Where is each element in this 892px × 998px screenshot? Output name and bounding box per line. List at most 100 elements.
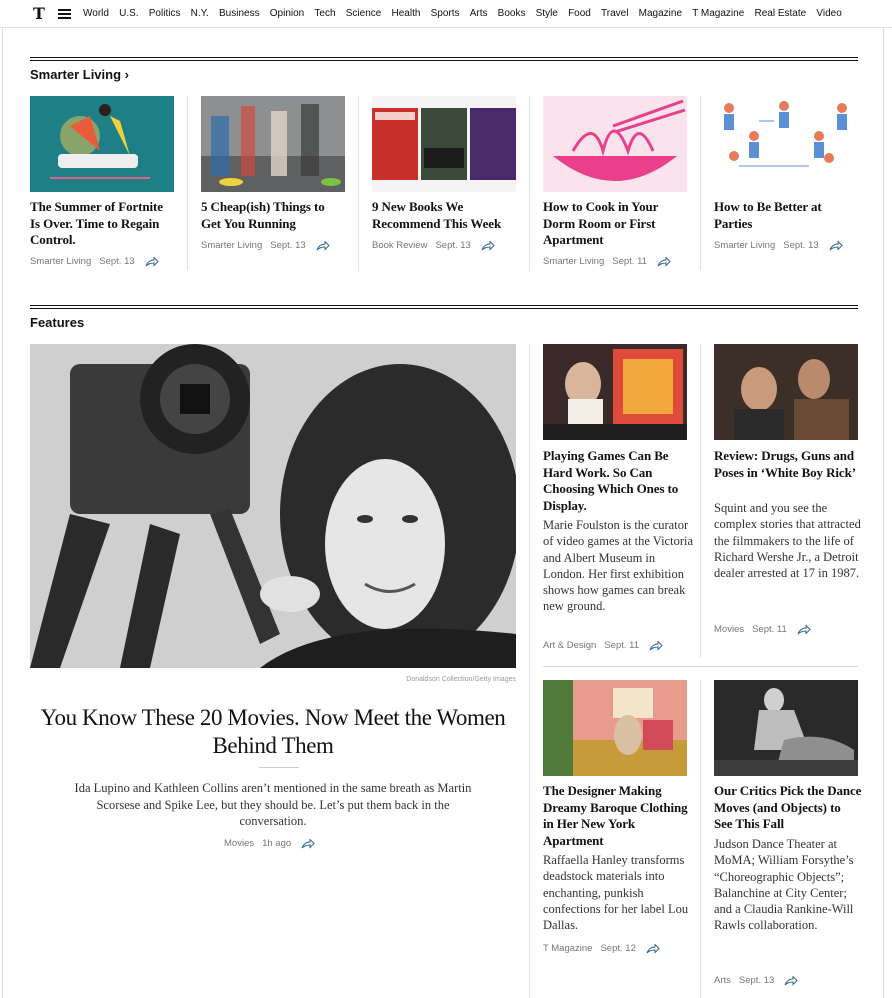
lead-section[interactable]: Movies — [224, 838, 254, 849]
share-icon[interactable] — [657, 256, 671, 267]
story-summary: Judson Dance Theater at MoMA; William Fo… — [714, 837, 854, 933]
card-headline[interactable]: 9 New Books We Recommend This Week — [372, 199, 517, 232]
nav-link-video[interactable]: Video — [816, 7, 841, 20]
row-divider — [543, 666, 858, 667]
column-divider — [700, 680, 701, 998]
card-meta: Smarter Living Sept. 13 — [30, 256, 159, 267]
section-rule — [30, 305, 858, 309]
fortnite-illustration[interactable] — [30, 96, 174, 192]
lead-date: 1h ago — [262, 838, 292, 849]
card-section[interactable]: Smarter Living — [201, 240, 262, 251]
nav-link-politics[interactable]: Politics — [149, 7, 181, 20]
share-icon[interactable] — [481, 240, 495, 251]
card-section[interactable]: Book Review — [372, 240, 427, 251]
nav-link-world[interactable]: World — [83, 7, 109, 20]
card-headline[interactable]: The Summer of Fortnite Is Over. Time to … — [30, 199, 175, 249]
share-icon[interactable] — [797, 624, 811, 635]
share-icon[interactable] — [301, 838, 315, 849]
story-section[interactable]: Movies — [714, 624, 744, 635]
dance-photo[interactable] — [714, 680, 858, 776]
column-divider — [700, 344, 701, 658]
nav-link-science[interactable]: Science — [346, 7, 382, 20]
column-divider — [529, 344, 530, 998]
share-icon[interactable] — [316, 240, 330, 251]
story-date: Sept. 13 — [738, 975, 775, 986]
column-divider — [529, 96, 530, 270]
features-heading[interactable]: Features — [30, 315, 84, 331]
arcade-games-photo[interactable] — [543, 344, 687, 440]
share-icon[interactable] — [646, 943, 660, 954]
card-meta: Book Review Sept. 13 — [372, 240, 495, 251]
card-headline[interactable]: How to Be Better at Parties — [714, 199, 859, 232]
story-date: Sept. 11 — [752, 624, 787, 635]
menu-icon[interactable] — [58, 9, 71, 19]
story-section[interactable]: Art & Design — [543, 640, 596, 651]
nav-link-style[interactable]: Style — [536, 7, 558, 20]
card-section[interactable]: Smarter Living — [714, 240, 775, 251]
story-headline[interactable]: Our Critics Pick the Dance Moves (and Ob… — [714, 783, 862, 833]
nav-link-t-magazine[interactable]: T Magazine — [692, 7, 744, 20]
column-divider — [358, 96, 359, 270]
runners-photo[interactable] — [201, 96, 345, 192]
nav-link-business[interactable]: Business — [219, 7, 260, 20]
story-summary: Marie Foulston is the curator of video g… — [543, 518, 694, 614]
nav-link-arts[interactable]: Arts — [470, 7, 488, 20]
lead-meta: Movies 1h ago — [224, 838, 315, 849]
story-date: Sept. 11 — [604, 640, 640, 651]
share-icon[interactable] — [649, 640, 663, 651]
story-section[interactable]: Arts — [714, 975, 731, 986]
page-border-right — [883, 28, 884, 998]
card-section[interactable]: Smarter Living — [30, 256, 91, 267]
card-headline[interactable]: How to Cook in Your Dorm Room or First A… — [543, 199, 688, 249]
story-date: Sept. 12 — [600, 943, 636, 954]
card-date: Sept. 11 — [612, 256, 647, 267]
nav-link-books[interactable]: Books — [498, 7, 526, 20]
nav-link-opinion[interactable]: Opinion — [270, 7, 304, 20]
nav-link-sports[interactable]: Sports — [431, 7, 460, 20]
nav-link-magazine[interactable]: Magazine — [639, 7, 682, 20]
column-divider — [700, 96, 701, 270]
nav-link-us[interactable]: U.S. — [119, 7, 138, 20]
share-icon[interactable] — [829, 240, 843, 251]
nav-link-ny[interactable]: N.Y. — [191, 7, 209, 20]
nav-link-tech[interactable]: Tech — [314, 7, 335, 20]
section-rule — [30, 57, 858, 61]
story-meta: Arts Sept. 13 — [714, 975, 798, 986]
card-meta: Smarter Living Sept. 13 — [201, 240, 330, 251]
card-date: Sept. 13 — [783, 240, 819, 251]
smarter-living-heading[interactable]: Smarter Living › — [30, 67, 129, 83]
card-date: Sept. 13 — [99, 256, 135, 267]
nav-link-travel[interactable]: Travel — [601, 7, 628, 20]
share-icon[interactable] — [145, 256, 159, 267]
card-date: Sept. 13 — [435, 240, 471, 251]
page-border-left — [2, 28, 3, 998]
movie-still-photo[interactable] — [714, 344, 858, 440]
lead-photo-camera-woman[interactable] — [30, 344, 516, 668]
card-meta: Smarter Living Sept. 11 — [543, 256, 671, 267]
lead-summary: Ida Lupino and Kathleen Collins aren’t m… — [74, 781, 472, 829]
card-date: Sept. 13 — [270, 240, 306, 251]
nav-link-food[interactable]: Food — [568, 7, 591, 20]
card-meta: Smarter Living Sept. 13 — [714, 240, 843, 251]
column-divider — [187, 96, 188, 270]
designer-apartment-photo[interactable] — [543, 680, 687, 776]
nav-link-health[interactable]: Health — [392, 7, 421, 20]
nav-link-real-estate[interactable]: Real Estate — [754, 7, 806, 20]
story-headline[interactable]: Playing Games Can Be Hard Work. So Can C… — [543, 448, 688, 514]
book-covers-photo[interactable] — [372, 96, 516, 192]
story-headline[interactable]: Review: Drugs, Guns and Poses in ‘White … — [714, 448, 862, 481]
party-people-illustration[interactable] — [714, 96, 858, 192]
headline-rule — [259, 767, 299, 768]
lead-headline[interactable]: You Know These 20 Movies. Now Meet the W… — [30, 704, 516, 759]
story-section[interactable]: T Magazine — [543, 943, 592, 954]
noodle-bowl-illustration[interactable] — [543, 96, 687, 192]
nyt-logo[interactable]: T — [33, 5, 47, 22]
share-icon[interactable] — [784, 975, 798, 986]
card-headline[interactable]: 5 Cheap(ish) Things to Get You Running — [201, 199, 346, 232]
card-section[interactable]: Smarter Living — [543, 256, 604, 267]
story-summary: Raffaella Hanley transforms deadstock ma… — [543, 853, 689, 933]
story-meta: Art & Design Sept. 11 — [543, 640, 663, 651]
story-headline[interactable]: The Designer Making Dreamy Baroque Cloth… — [543, 783, 688, 849]
story-summary: Squint and you see the complex stories t… — [714, 501, 861, 581]
story-meta: T Magazine Sept. 12 — [543, 943, 660, 954]
